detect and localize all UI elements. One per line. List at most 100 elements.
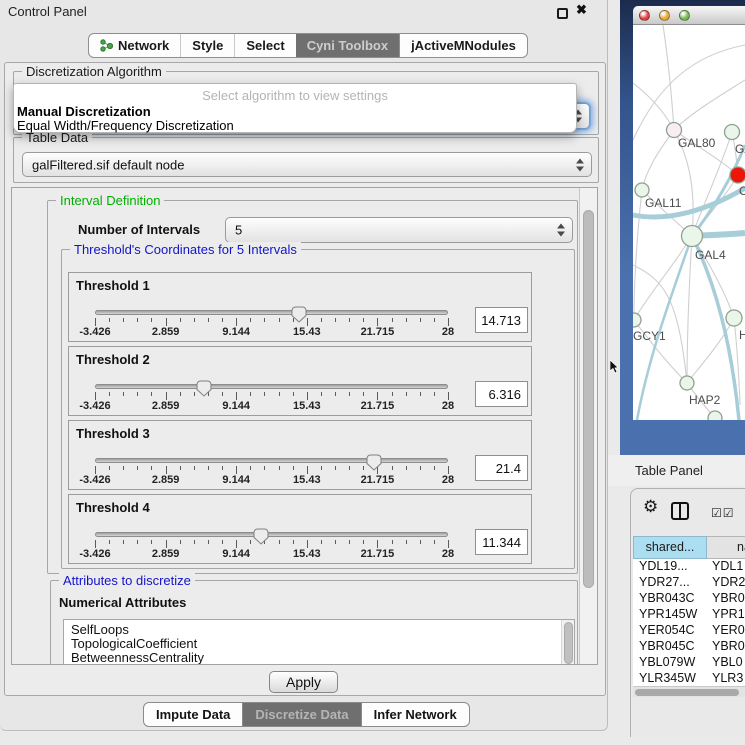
network-node[interactable] <box>725 125 740 140</box>
network-edge[interactable] <box>674 80 745 130</box>
tick-label: 15.43 <box>293 548 321 560</box>
table-panel-titlebar: Table Panel <box>608 455 745 486</box>
slider-thumb[interactable] <box>366 454 382 471</box>
network-canvas[interactable]: GAL80GACGAL11GAL4GCY1HHAP2 <box>633 25 745 420</box>
network-node[interactable] <box>680 376 694 390</box>
network-edge[interactable] <box>687 318 734 383</box>
threshold-panel: Threshold 2-3.4262.8599.14415.4321.71528… <box>68 346 532 416</box>
column-header-shared-name[interactable]: shared... <box>633 536 707 559</box>
network-node[interactable] <box>635 183 649 197</box>
thresholds-list: Threshold 1-3.4262.8599.14415.4321.71528… <box>62 250 574 568</box>
network-node[interactable] <box>682 226 703 247</box>
tab-discretize-data[interactable]: Discretize Data <box>242 703 360 726</box>
table-panel-title: Table Panel <box>635 463 703 478</box>
table-row[interactable]: YDR27...YDR2 <box>633 575 745 591</box>
minimize-traffic-light[interactable] <box>659 10 670 21</box>
float-window-icon[interactable] <box>557 8 568 19</box>
dropdown-prompt[interactable]: Select algorithm to view settings <box>14 88 576 103</box>
node-label: GAL4 <box>695 248 726 262</box>
tab-network[interactable]: Network <box>89 34 180 57</box>
threshold-value-field[interactable]: 14.713 <box>475 307 528 333</box>
network-node[interactable] <box>726 310 742 326</box>
settings-scroll-pane: Interval Definition Number of Intervals … <box>11 187 598 665</box>
network-edge[interactable] <box>634 236 692 320</box>
list-item[interactable]: SelfLoops <box>64 620 574 637</box>
tick-label: 9.144 <box>222 400 250 412</box>
main-scrollbar-thumb[interactable] <box>583 210 594 588</box>
algorithm-dropdown-popup: Select algorithm to view settings Manual… <box>13 83 577 133</box>
tab-infer-network[interactable]: Infer Network <box>361 703 469 726</box>
columns-icon[interactable] <box>671 502 689 520</box>
table-row[interactable]: YBR043CYBR0 <box>633 591 745 607</box>
network-view-window: GAL80GACGAL11GAL4GCY1HHAP2 <box>620 0 745 455</box>
tab-impute-data[interactable]: Impute Data <box>144 703 242 726</box>
tick-label: 15.43 <box>293 400 321 412</box>
slider-thumb[interactable] <box>291 306 307 323</box>
tick-label: 15.43 <box>293 326 321 338</box>
slider-tick-labels: -3.4262.8599.14415.4321.71528 <box>95 326 448 338</box>
node-label: H <box>739 328 745 342</box>
column-header-name[interactable]: na <box>707 536 745 559</box>
threshold-value-field[interactable]: 6.316 <box>475 381 528 407</box>
tick-label: 2.859 <box>152 548 180 560</box>
slider-track[interactable] <box>95 532 448 537</box>
network-node[interactable] <box>633 313 641 327</box>
network-edge[interactable] <box>642 130 674 190</box>
network-edge-highlighted[interactable] <box>637 236 692 420</box>
network-edge[interactable] <box>687 236 692 383</box>
threshold-panel: Threshold 4-3.4262.8599.14415.4321.71528… <box>68 494 532 564</box>
network-edge[interactable] <box>633 83 674 130</box>
network-node[interactable] <box>708 411 722 420</box>
network-window-titlebar[interactable] <box>633 6 745 25</box>
table-data-combo[interactable]: galFiltered.sif default node <box>22 152 592 177</box>
gear-icon[interactable]: ⚙ <box>643 497 658 517</box>
threshold-value-field[interactable]: 11.344 <box>475 529 528 555</box>
tab-select[interactable]: Select <box>234 34 295 57</box>
tab-label: Style <box>192 34 223 57</box>
threshold-label: Threshold 2 <box>76 352 150 367</box>
threshold-value-field[interactable]: 21.4 <box>475 455 528 481</box>
select-columns-icon[interactable]: ☑☑ <box>711 506 735 520</box>
network-node[interactable] <box>730 167 745 183</box>
slider-tick-labels: -3.4262.8599.14415.4321.71528 <box>95 400 448 412</box>
dropdown-item-equal-width-frequency[interactable]: Equal Width/Frequency Discretization <box>17 118 234 133</box>
main-scrollbar[interactable] <box>579 188 597 664</box>
table-hscrollbar-thumb[interactable] <box>635 689 739 696</box>
tab-jactivemnodules[interactable]: jActiveMNodules <box>399 34 527 57</box>
tab-cyni-toolbox[interactable]: Cyni Toolbox <box>296 34 399 57</box>
table-row[interactable]: YDL19...YDL1 <box>633 559 745 575</box>
tab-label: Cyni Toolbox <box>307 34 388 57</box>
table-body: YDL19...YDL1YDR27...YDR2YBR043CYBR0YPR14… <box>633 559 745 689</box>
table-row[interactable]: YBL079WYBL0 <box>633 655 745 671</box>
tab-style[interactable]: Style <box>180 34 234 57</box>
node-label: GA <box>735 142 745 156</box>
apply-button[interactable]: Apply <box>269 671 338 693</box>
list-scrollbar-thumb[interactable] <box>564 622 573 664</box>
slider-track[interactable] <box>95 458 448 463</box>
numerical-attributes-label: Numerical Attributes <box>59 595 186 610</box>
number-of-intervals-combo[interactable]: 5 <box>225 217 573 243</box>
attributes-group: Attributes to discretize Numerical Attri… <box>50 580 578 665</box>
slider-thumb[interactable] <box>253 528 269 545</box>
numerical-attributes-list[interactable]: SelfLoops TopologicalCoefficient Between… <box>63 619 575 665</box>
network-edge[interactable] <box>633 265 687 383</box>
list-scrollbar[interactable] <box>561 620 574 665</box>
node-label: GAL80 <box>678 136 716 150</box>
tick-label: 9.144 <box>222 548 250 560</box>
close-traffic-light[interactable] <box>639 10 650 21</box>
slider-track[interactable] <box>95 384 448 389</box>
close-icon[interactable]: ✖ <box>576 2 587 18</box>
table-row[interactable]: YPR145WYPR1 <box>633 607 745 623</box>
table-row[interactable]: YBR045CYBR0 <box>633 639 745 655</box>
node-label: C <box>739 184 745 198</box>
dropdown-item-manual-discretization[interactable]: Manual Discretization <box>17 104 151 119</box>
slider-track[interactable] <box>95 310 448 315</box>
slider-thumb[interactable] <box>196 380 212 397</box>
table-horizontal-scrollbar[interactable] <box>633 686 745 697</box>
zoom-traffic-light[interactable] <box>679 10 690 21</box>
network-edge[interactable] <box>634 190 642 320</box>
list-item[interactable]: BetweennessCentrality <box>64 651 574 665</box>
table-row[interactable]: YLR345WYLR3 <box>633 671 745 687</box>
list-item[interactable]: TopologicalCoefficient <box>64 637 574 651</box>
table-row[interactable]: YER054CYER0 <box>633 623 745 639</box>
